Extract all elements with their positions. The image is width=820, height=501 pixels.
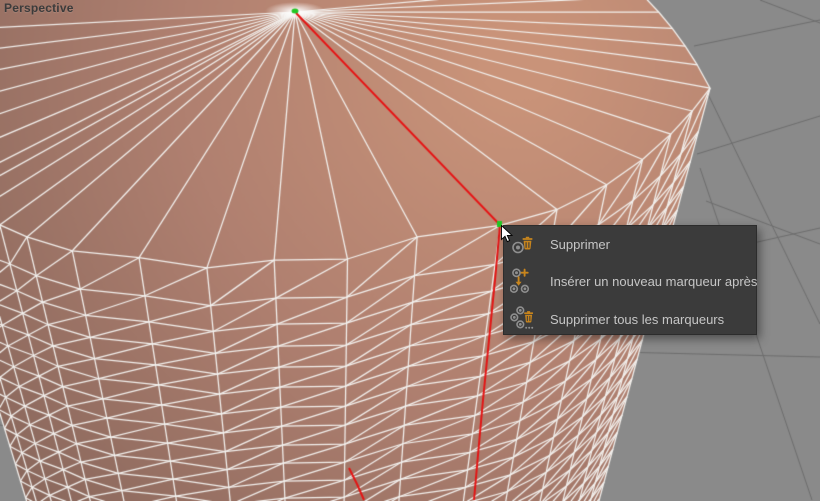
menu-item-insert-marker-after[interactable]: Insérer un nouveau marqueur après	[504, 260, 756, 302]
menu-item-delete-marker[interactable]: Supprimer	[504, 228, 756, 260]
insert-marker-after-icon	[504, 268, 550, 294]
menu-item-label: Insérer un nouveau marqueur après	[550, 274, 757, 289]
viewport-label: Perspective	[4, 1, 74, 15]
menu-item-label: Supprimer	[550, 237, 610, 252]
menu-item-delete-all-markers[interactable]: Supprimer tous les marqueurs	[504, 302, 756, 336]
mouse-cursor	[501, 225, 515, 245]
context-menu: Supprimer Insérer un nouveau marqueur ap…	[503, 225, 757, 335]
viewport-3d: Perspective Supprimer	[0, 0, 820, 501]
delete-all-markers-icon	[504, 306, 550, 332]
menu-item-label: Supprimer tous les marqueurs	[550, 312, 724, 327]
